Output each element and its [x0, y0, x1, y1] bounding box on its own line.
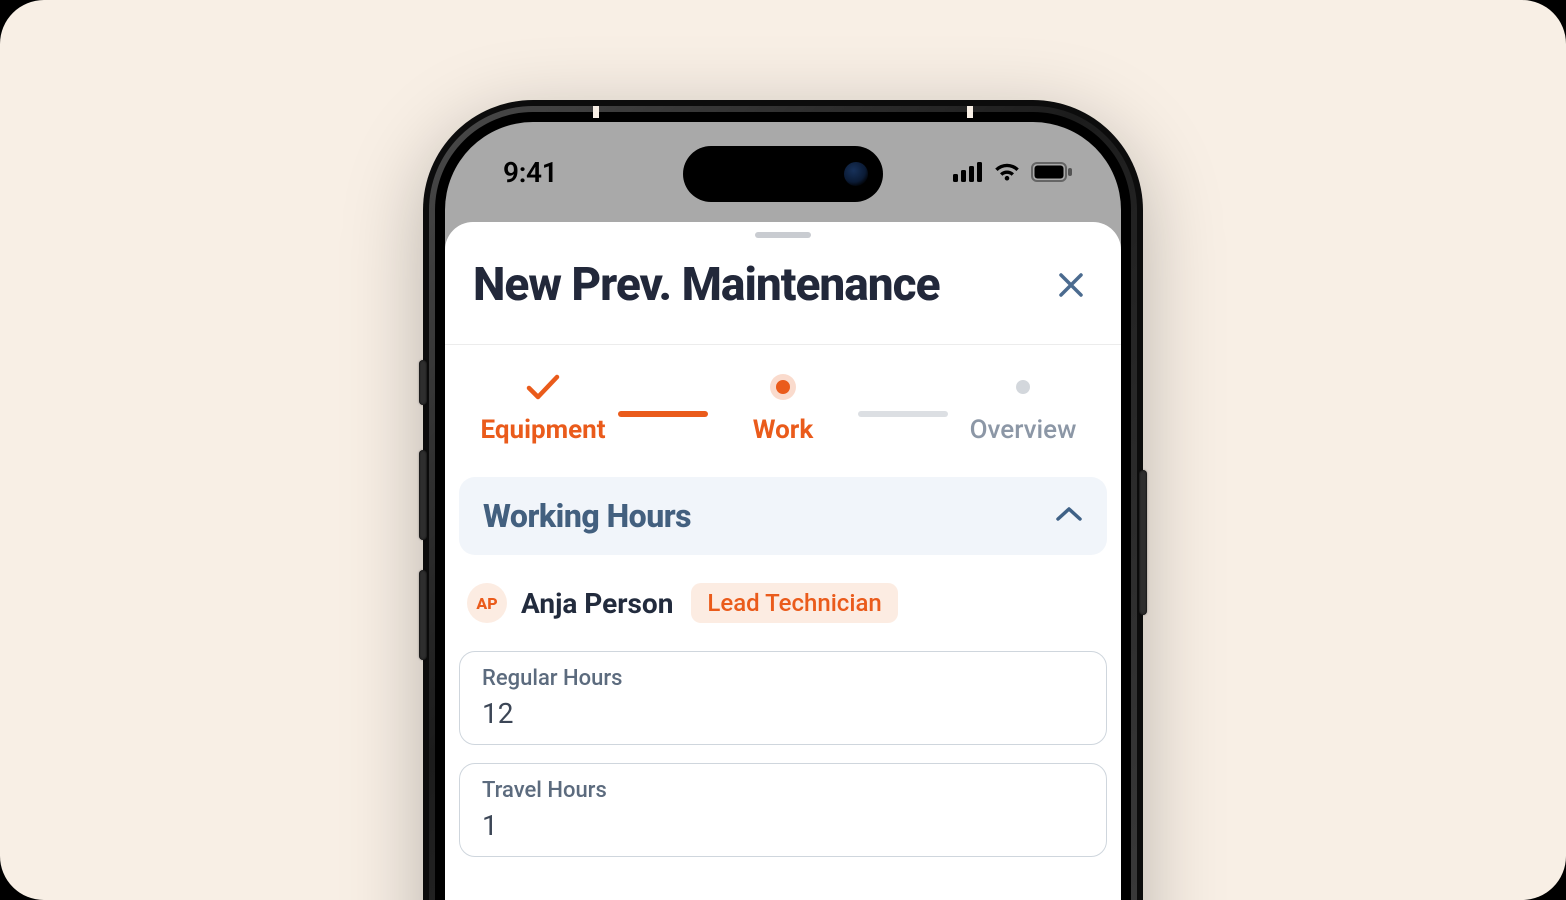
- status-indicators: [953, 162, 1073, 182]
- step-dot-future-icon: [1016, 380, 1030, 394]
- step-dot-active-icon: [776, 380, 790, 394]
- side-button-silence: [419, 360, 427, 405]
- stepper: Equipment Work Overview: [445, 345, 1121, 469]
- avatar: AP: [467, 583, 507, 623]
- phone-screen: 9:41: [445, 122, 1121, 900]
- step-connector: [618, 411, 708, 417]
- person-row: AP Anja Person Lead Technician: [445, 555, 1121, 633]
- close-icon: [1056, 270, 1086, 300]
- regular-hours-input[interactable]: [482, 697, 1084, 730]
- travel-hours-input[interactable]: [482, 809, 1084, 842]
- step-equipment[interactable]: Equipment: [468, 373, 618, 445]
- phone-frame: 9:41: [423, 100, 1143, 900]
- front-camera: [844, 162, 868, 186]
- check-icon: [525, 373, 561, 401]
- step-work-label: Work: [753, 415, 813, 445]
- side-button-volume-up: [419, 450, 427, 540]
- close-button[interactable]: [1049, 263, 1093, 307]
- step-equipment-label: Equipment: [480, 415, 605, 445]
- dynamic-island: [683, 146, 883, 202]
- side-button-power: [1139, 470, 1147, 615]
- status-time: 9:41: [503, 156, 557, 189]
- chevron-up-icon: [1055, 505, 1083, 527]
- section-working-hours-header[interactable]: Working Hours: [459, 477, 1107, 555]
- person-name: Anja Person: [521, 587, 673, 620]
- section-working-hours-title: Working Hours: [483, 497, 691, 535]
- battery-icon: [1031, 162, 1073, 182]
- side-button-volume-down: [419, 570, 427, 660]
- sheet-title: New Prev. Maintenance: [473, 258, 940, 312]
- role-badge: Lead Technician: [691, 583, 897, 623]
- wifi-icon: [993, 162, 1021, 182]
- field-travel-hours-label: Travel Hours: [482, 778, 1084, 803]
- field-regular-hours-label: Regular Hours: [482, 666, 1084, 691]
- field-travel-hours[interactable]: Travel Hours: [459, 763, 1107, 857]
- step-work[interactable]: Work: [708, 373, 858, 445]
- cellular-icon: [953, 162, 983, 182]
- step-overview-label: Overview: [970, 415, 1077, 445]
- field-regular-hours[interactable]: Regular Hours: [459, 651, 1107, 745]
- sheet-header: New Prev. Maintenance: [445, 222, 1121, 345]
- step-connector: [858, 411, 948, 417]
- step-overview[interactable]: Overview: [948, 373, 1098, 445]
- sheet-grabber[interactable]: [755, 232, 811, 238]
- modal-sheet: New Prev. Maintenance Equipment: [445, 222, 1121, 900]
